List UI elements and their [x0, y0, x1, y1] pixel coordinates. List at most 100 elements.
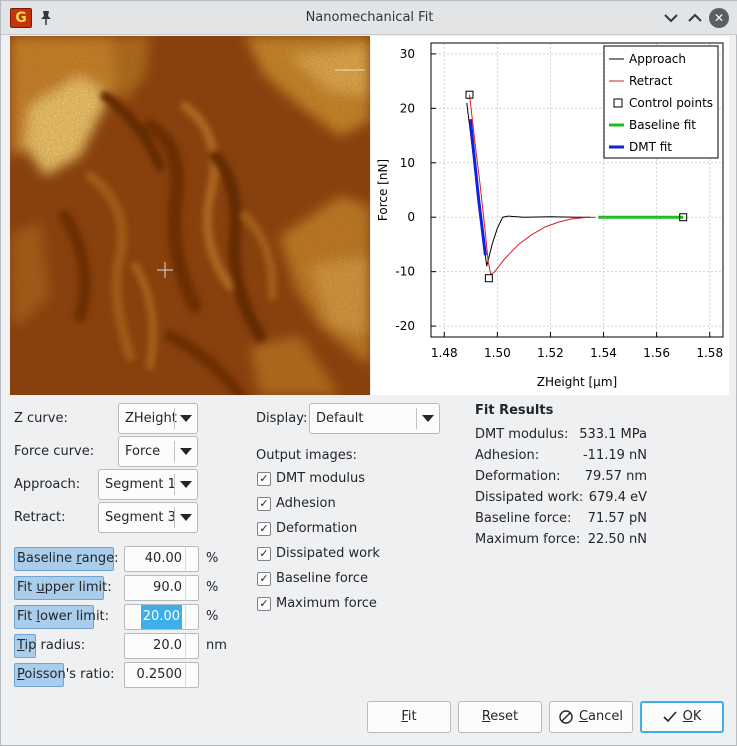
checkbox-label: Deformation — [276, 521, 358, 536]
force-curve-label: Force curve: — [14, 444, 95, 459]
chevron-down-icon[interactable] — [661, 8, 681, 28]
result-value: 71.57 pN — [587, 511, 647, 526]
checkbox[interactable]: ✓ — [257, 547, 271, 561]
param-value: 20.0 — [153, 638, 182, 653]
param-unit: nm — [206, 638, 227, 653]
result-value: 22.50 nN — [587, 532, 647, 547]
x-tick-label: 1.58 — [696, 346, 723, 360]
chevron-down-icon — [180, 481, 192, 488]
dmt-fit-line — [468, 119, 487, 256]
legend-entry: Baseline fit — [629, 118, 696, 132]
z-curve-combo[interactable]: ZHeight — [118, 403, 198, 434]
checkbox-label: Baseline force — [276, 571, 368, 586]
chevron-down-icon — [180, 514, 192, 521]
checkmark-icon — [663, 710, 677, 722]
fit-button[interactable]: Fit — [367, 701, 451, 733]
param-value: 20.00 — [140, 605, 182, 629]
display-label: Display: — [256, 411, 308, 426]
reset-button[interactable]: Reset — [458, 701, 542, 733]
pin-icon[interactable] — [39, 10, 53, 26]
gwyddion-app-icon[interactable]: G — [10, 8, 32, 28]
approach-value: Segment 1 — [105, 477, 176, 492]
param-unit: % — [206, 580, 219, 595]
param-label: Tip radius: — [17, 638, 86, 653]
param-spinbox[interactable]: 90.0 — [124, 575, 199, 601]
retract-combo[interactable]: Segment 3 — [98, 502, 198, 533]
chevron-down-icon — [422, 415, 434, 422]
z-curve-value: ZHeight — [125, 411, 177, 426]
spin-stepper[interactable] — [185, 605, 198, 629]
param-value: 40.00 — [144, 551, 182, 566]
result-value: 679.4 eV — [588, 490, 647, 505]
checkbox[interactable]: ✓ — [257, 497, 271, 511]
x-tick-label: 1.54 — [590, 346, 617, 360]
retract-value: Segment 3 — [105, 510, 176, 525]
x-tick-label: 1.48 — [431, 346, 458, 360]
chevron-down-icon — [180, 415, 192, 422]
param-spinbox[interactable]: 0.2500 — [124, 662, 199, 688]
fit-results-title: Fit Results — [475, 403, 554, 418]
y-tick-label: 10 — [400, 156, 415, 170]
result-value: 533.1 MPa — [579, 427, 647, 442]
force-curve-graph[interactable]: 1.48 1.50 1.52 1.54 1.56 1.58 30 20 10 0 -10 -20 ZH… — [371, 36, 729, 395]
checkbox-label: Dissipated work — [276, 546, 380, 561]
legend-entry: Approach — [629, 52, 686, 66]
cancel-button[interactable]: Cancel — [549, 701, 633, 733]
result-label: DMT modulus: — [475, 427, 569, 442]
result-label: Adhesion: — [475, 448, 540, 463]
y-tick-label: 20 — [400, 101, 415, 115]
result-value: 79.57 nm — [584, 469, 647, 484]
y-tick-label: -10 — [395, 265, 415, 279]
x-tick-label: 1.52 — [537, 346, 564, 360]
chart-legend: Approach Retract Control points Baseline fi… — [603, 45, 719, 159]
approach-line — [466, 102, 591, 267]
display-combo[interactable]: Default — [309, 403, 440, 434]
close-icon[interactable]: ✕ — [709, 8, 729, 28]
y-axis-label: Force [nN] — [376, 159, 390, 221]
y-tick-label: 30 — [400, 47, 415, 61]
checkbox-label: Maximum force — [276, 596, 377, 611]
approach-label: Approach: — [14, 477, 81, 492]
approach-combo[interactable]: Segment 1 — [98, 469, 198, 500]
retract-line — [469, 94, 596, 276]
param-value: 90.0 — [153, 580, 182, 595]
result-value: -11.19 nN — [582, 448, 647, 463]
checkbox-label: DMT modulus — [276, 471, 366, 486]
force-curve-combo[interactable]: Force — [118, 436, 198, 467]
chevron-up-icon[interactable] — [685, 8, 705, 28]
checkbox[interactable]: ✓ — [257, 572, 271, 586]
checkbox[interactable]: ✓ — [257, 522, 271, 536]
x-tick-label: 1.50 — [484, 346, 511, 360]
title-bar[interactable]: Nanomechanical Fit G ✕ — [1, 1, 737, 35]
z-curve-label: Z curve: — [14, 411, 68, 426]
cancel-icon — [559, 709, 573, 724]
spin-stepper[interactable] — [185, 576, 198, 600]
ok-button[interactable]: OK — [640, 701, 724, 733]
output-images-label: Output images: — [256, 448, 357, 463]
x-axis-label: ZHeight [μm] — [537, 375, 617, 389]
param-spinbox[interactable]: 20.0 — [124, 633, 199, 659]
result-label: Baseline force: — [475, 511, 572, 526]
spin-stepper[interactable] — [185, 634, 198, 658]
param-unit: % — [206, 609, 219, 624]
checkbox[interactable]: ✓ — [257, 597, 271, 611]
force-curve-value: Force — [125, 444, 161, 459]
spin-stepper[interactable] — [185, 663, 198, 687]
param-value: 0.2500 — [136, 667, 183, 682]
legend-entry: Control points — [629, 96, 713, 110]
spin-stepper[interactable] — [185, 547, 198, 571]
param-label: Fit upper limit: — [17, 580, 112, 595]
nanomechanical-fit-dialog: Nanomechanical Fit G ✕ 1.48 1.50 1.52 1.… — [0, 0, 737, 746]
x-tick-label: 1.56 — [643, 346, 670, 360]
y-tick-label: -20 — [395, 319, 415, 333]
retract-label: Retract: — [14, 510, 66, 525]
y-tick-label: 0 — [407, 210, 415, 224]
chevron-down-icon — [180, 448, 192, 455]
param-label: Baseline range: — [17, 551, 119, 566]
param-spinbox[interactable]: 40.00 — [124, 546, 199, 572]
checkbox[interactable]: ✓ — [257, 472, 271, 486]
param-spinbox[interactable]: 20.00 — [124, 604, 199, 630]
afm-image-preview[interactable] — [10, 36, 370, 395]
control-point-marker — [484, 274, 493, 283]
result-label: Deformation: — [475, 469, 561, 484]
